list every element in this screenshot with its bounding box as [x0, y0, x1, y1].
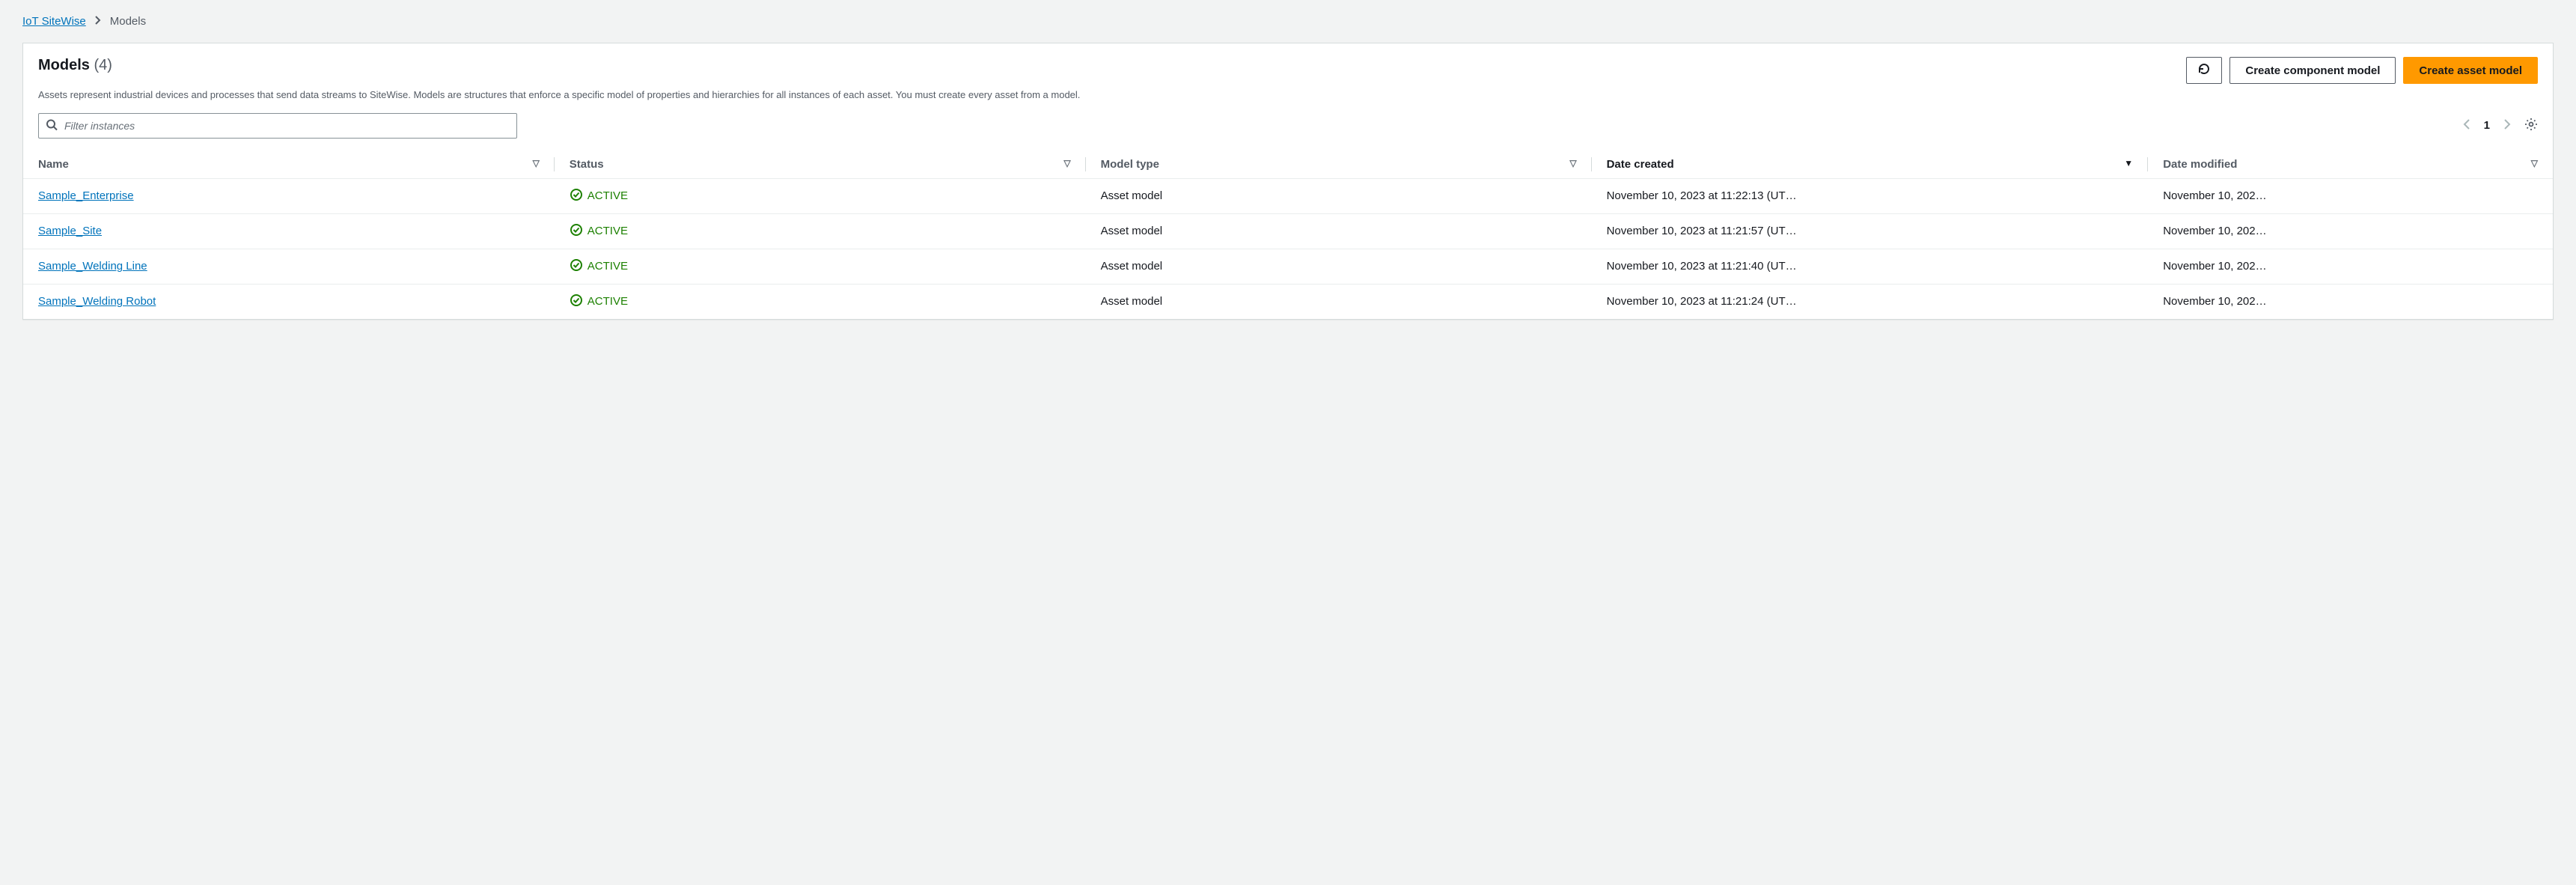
status-badge: ACTIVE: [570, 223, 628, 240]
gear-icon: [2524, 118, 2538, 133]
model-name-link[interactable]: Sample_Site: [38, 225, 102, 237]
page-title: Models (4): [38, 57, 112, 74]
model-type-cell: Asset model: [1086, 213, 1592, 249]
col-header-date-created[interactable]: Date created ▼: [1592, 150, 2149, 179]
breadcrumb: IoT SiteWise Models: [22, 15, 2554, 28]
sort-desc-icon: ▼: [2124, 158, 2133, 168]
check-circle-icon: [570, 223, 583, 240]
panel-description: Assets represent industrial devices and …: [23, 84, 2553, 113]
panel-header: Models (4) Create component model Create…: [23, 43, 2553, 84]
table-row: Sample_Welding LineACTIVEAsset modelNove…: [23, 249, 2553, 284]
date-modified-cell: November 10, 202…: [2148, 284, 2553, 319]
status-text: ACTIVE: [587, 295, 628, 308]
table-row: Sample_EnterpriseACTIVEAsset modelNovemb…: [23, 178, 2553, 213]
model-type-cell: Asset model: [1086, 249, 1592, 284]
breadcrumb-separator-icon: [95, 15, 101, 28]
refresh-button[interactable]: [2186, 57, 2222, 84]
date-created-cell: November 10, 2023 at 11:21:40 (UT…: [1592, 249, 2149, 284]
page-next-button[interactable]: [2503, 119, 2511, 132]
pagination: 1: [2463, 118, 2538, 133]
table-row: Sample_SiteACTIVEAsset modelNovember 10,…: [23, 213, 2553, 249]
col-header-status[interactable]: Status ▽: [555, 150, 1086, 179]
status-badge: ACTIVE: [570, 294, 628, 310]
check-circle-icon: [570, 294, 583, 310]
page-title-text: Models: [38, 57, 90, 73]
sort-icon: ▽: [1063, 158, 1070, 168]
col-header-name-label: Name: [38, 158, 69, 171]
page-container: IoT SiteWise Models Models (4) Create co…: [0, 0, 2576, 335]
status-badge: ACTIVE: [570, 258, 628, 275]
col-header-status-label: Status: [570, 158, 604, 171]
models-table: Name ▽ Status ▽ Model type ▽ Date create…: [23, 150, 2553, 319]
status-badge: ACTIVE: [570, 188, 628, 204]
status-text: ACTIVE: [587, 260, 628, 273]
page-prev-button[interactable]: [2463, 119, 2470, 132]
table-settings-button[interactable]: [2524, 118, 2538, 133]
sort-icon: ▽: [533, 158, 540, 168]
model-name-link[interactable]: Sample_Enterprise: [38, 189, 134, 202]
toolbar: 1: [23, 113, 2553, 150]
date-modified-cell: November 10, 202…: [2148, 178, 2553, 213]
status-text: ACTIVE: [587, 189, 628, 202]
status-text: ACTIVE: [587, 225, 628, 237]
date-modified-cell: November 10, 202…: [2148, 249, 2553, 284]
table-row: Sample_Welding RobotACTIVEAsset modelNov…: [23, 284, 2553, 319]
action-buttons: Create component model Create asset mode…: [2186, 57, 2538, 84]
filter-instances-input[interactable]: [38, 113, 517, 139]
page-title-count: (4): [94, 57, 112, 73]
search-icon: [46, 118, 58, 133]
model-name-link[interactable]: Sample_Welding Line: [38, 260, 147, 273]
col-header-date-created-label: Date created: [1607, 158, 1674, 171]
sort-icon: ▽: [2531, 158, 2538, 168]
date-created-cell: November 10, 2023 at 11:22:13 (UT…: [1592, 178, 2149, 213]
chevron-right-icon: [2503, 119, 2511, 132]
sort-icon: ▽: [1569, 158, 1576, 168]
create-asset-model-button[interactable]: Create asset model: [2403, 57, 2538, 84]
model-type-cell: Asset model: [1086, 178, 1592, 213]
model-name-link[interactable]: Sample_Welding Robot: [38, 295, 156, 308]
page-number: 1: [2484, 119, 2490, 132]
model-type-cell: Asset model: [1086, 284, 1592, 319]
refresh-icon: [2197, 62, 2211, 79]
chevron-left-icon: [2463, 119, 2470, 132]
breadcrumb-current: Models: [110, 15, 146, 28]
col-header-date-modified[interactable]: Date modified ▽: [2148, 150, 2553, 179]
check-circle-icon: [570, 188, 583, 204]
create-component-model-button[interactable]: Create component model: [2229, 57, 2396, 84]
col-header-model-type-label: Model type: [1101, 158, 1159, 171]
models-panel: Models (4) Create component model Create…: [22, 43, 2554, 320]
col-header-name[interactable]: Name ▽: [23, 150, 555, 179]
col-header-model-type[interactable]: Model type ▽: [1086, 150, 1592, 179]
breadcrumb-root-link[interactable]: IoT SiteWise: [22, 15, 86, 28]
check-circle-icon: [570, 258, 583, 275]
search-wrap: [38, 113, 517, 139]
date-created-cell: November 10, 2023 at 11:21:24 (UT…: [1592, 284, 2149, 319]
date-created-cell: November 10, 2023 at 11:21:57 (UT…: [1592, 213, 2149, 249]
date-modified-cell: November 10, 202…: [2148, 213, 2553, 249]
col-header-date-modified-label: Date modified: [2163, 158, 2237, 171]
